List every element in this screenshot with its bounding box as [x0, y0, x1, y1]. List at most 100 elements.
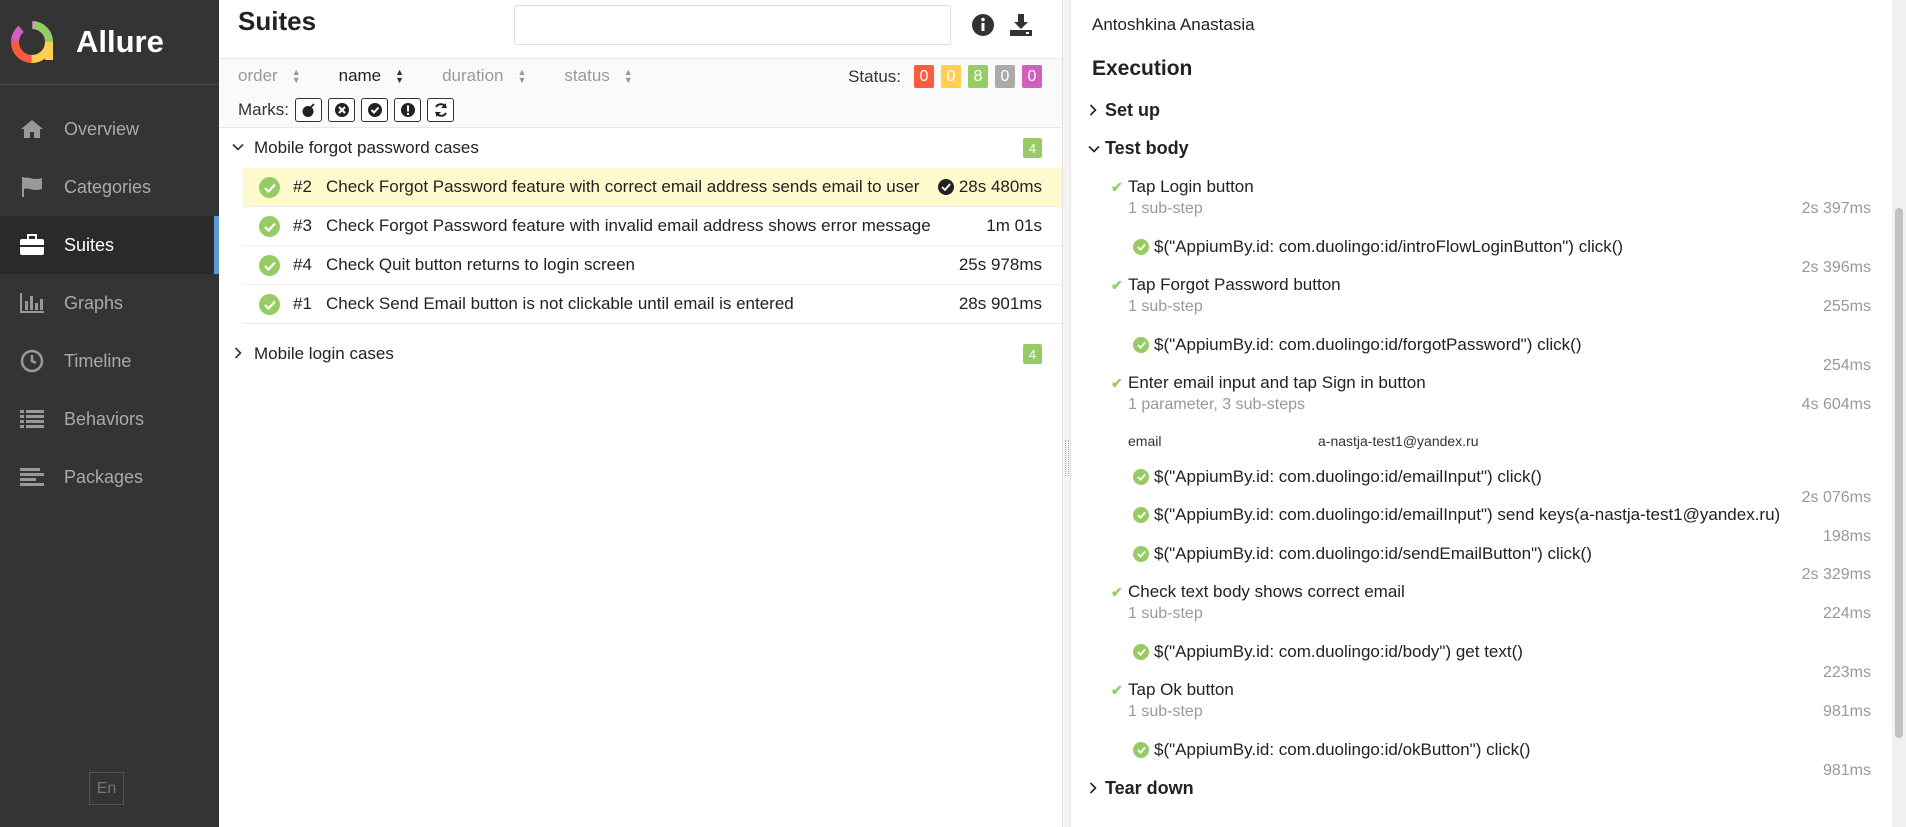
step-tap-ok[interactable]: ✔ Tap Ok button [1111, 680, 1234, 700]
sort-name[interactable]: name ▲ ▼ [339, 66, 404, 86]
substep-name: $("AppiumBy.id: com.duolingo:id/introFlo… [1154, 237, 1624, 256]
sidebar-item-graphs[interactable]: Graphs [0, 274, 219, 332]
substep-time: 223ms [1822, 664, 1871, 681]
check-icon: ✔ [1111, 583, 1123, 600]
test-number: #4 [293, 255, 312, 274]
stage-test-body[interactable]: Test body [1088, 138, 1189, 159]
suite-group-name: Mobile forgot password cases [254, 138, 479, 157]
step-meta: 1 sub-step [1128, 200, 1203, 217]
sort-status[interactable]: status ▲ ▼ [564, 66, 632, 86]
new-failed-mark-button[interactable] [328, 98, 355, 122]
suite-group-login[interactable]: Mobile login cases 4 [219, 334, 1062, 374]
substep-time: 981ms [1822, 762, 1871, 779]
step-meta: 1 sub-step [1128, 298, 1203, 315]
substep[interactable]: $("AppiumBy.id: com.duolingo:id/body") g… [1133, 642, 1523, 662]
list-icon [18, 407, 46, 431]
step-name: Enter email input and tap Sign in button [1128, 373, 1426, 392]
substep-name: $("AppiumBy.id: com.duolingo:id/emailInp… [1154, 505, 1781, 524]
chevron-right-icon [232, 346, 246, 362]
substep[interactable]: $("AppiumBy.id: com.duolingo:id/okButton… [1133, 740, 1530, 760]
refresh-icon [434, 103, 447, 117]
stage-setup[interactable]: Set up [1088, 100, 1160, 121]
language-button[interactable]: En [89, 772, 124, 805]
scrollbar-thumb[interactable] [1895, 208, 1903, 738]
check-circle-icon [937, 179, 954, 195]
sidebar-item-suites[interactable]: Suites [0, 216, 219, 274]
step-tap-login[interactable]: ✔ Tap Login button [1111, 177, 1254, 197]
flaky-mark-button[interactable] [295, 98, 322, 122]
sort-order[interactable]: order ▲ ▼ [238, 66, 301, 86]
substep[interactable]: $("AppiumBy.id: com.duolingo:id/emailInp… [1133, 505, 1780, 525]
passed-icon [1133, 239, 1149, 255]
table-row[interactable]: #2 Check Forgot Password feature with co… [243, 168, 1062, 207]
test-number: #2 [293, 177, 312, 196]
table-row[interactable]: #1 Check Send Email button is not clicka… [243, 285, 1062, 324]
sort-icon: ▲ ▼ [517, 67, 527, 85]
check-circle-icon [367, 103, 382, 117]
step-check-text-body[interactable]: ✔ Check text body shows correct email [1111, 582, 1405, 602]
sort-label: duration [442, 66, 504, 85]
sidebar-item-packages[interactable]: Packages [0, 448, 219, 506]
step-enter-email[interactable]: ✔ Enter email input and tap Sign in butt… [1111, 373, 1426, 393]
substep-name: $("AppiumBy.id: com.duolingo:id/okButton… [1154, 740, 1531, 759]
info-icon[interactable] [971, 13, 997, 39]
bomb-icon [302, 103, 315, 117]
test-name: Check Forgot Password feature with inval… [326, 216, 931, 235]
status-count-failed[interactable]: 0 [914, 65, 934, 88]
table-row[interactable]: #3 Check Forgot Password feature with in… [243, 207, 1062, 246]
substep-time: 2s 396ms [1801, 259, 1871, 276]
marks-bar: Marks: [219, 93, 1062, 128]
suite-group-forgot-password[interactable]: Mobile forgot password cases 4 [219, 128, 1062, 168]
execution-title: Execution [1092, 57, 1193, 80]
sidebar-item-label: Packages [64, 466, 144, 487]
times-circle-icon [334, 103, 349, 117]
passed-icon [1133, 644, 1149, 660]
sidebar-item-behaviors[interactable]: Behaviors [0, 390, 219, 448]
marks-label: Marks: [238, 100, 289, 119]
substep-name: $("AppiumBy.id: com.duolingo:id/emailInp… [1154, 467, 1542, 486]
align-left-icon [18, 465, 46, 489]
sort-bar: order ▲ ▼ name ▲ ▼ duration ▲ ▼ status ▲ ▼ Statu… [219, 59, 1062, 93]
status-count-passed[interactable]: 8 [968, 65, 988, 88]
pane-splitter[interactable] [1062, 0, 1071, 827]
brand[interactable]: Allure [0, 0, 219, 85]
step-tap-forgot-password[interactable]: ✔ Tap Forgot Password button [1111, 275, 1341, 295]
new-broken-mark-button[interactable] [394, 98, 421, 122]
step-meta: 1 sub-step [1128, 703, 1203, 720]
step-name: Tap Forgot Password button [1128, 275, 1341, 294]
test-name: Check Quit button returns to login scree… [326, 255, 635, 274]
sidebar-item-timeline[interactable]: Timeline [0, 332, 219, 390]
substep[interactable]: $("AppiumBy.id: com.duolingo:id/introFlo… [1133, 237, 1623, 257]
status-count-unknown[interactable]: 0 [1022, 65, 1042, 88]
scrollbar[interactable] [1892, 0, 1906, 827]
status-filter: Status: 0 0 8 0 0 [848, 65, 1042, 88]
substep[interactable]: $("AppiumBy.id: com.duolingo:id/emailInp… [1133, 467, 1542, 487]
clock-icon [18, 349, 46, 373]
stage-label: Tear down [1105, 778, 1194, 798]
sort-label: status [564, 66, 610, 85]
passed-icon [1133, 469, 1149, 485]
step-time: 224ms [1822, 605, 1871, 622]
substep[interactable]: $("AppiumBy.id: com.duolingo:id/forgotPa… [1133, 335, 1581, 355]
passed-icon [1133, 507, 1149, 523]
check-icon: ✔ [1111, 681, 1123, 698]
sidebar-item-categories[interactable]: Categories [0, 158, 219, 216]
status-count-skipped[interactable]: 0 [995, 65, 1015, 88]
search-input[interactable] [514, 5, 951, 45]
new-passed-mark-button[interactable] [361, 98, 388, 122]
status-count-broken[interactable]: 0 [941, 65, 961, 88]
stage-label: Test body [1105, 138, 1189, 158]
sort-icon: ▲ ▼ [395, 67, 405, 85]
chevron-right-icon [1088, 781, 1105, 797]
substep[interactable]: $("AppiumBy.id: com.duolingo:id/sendEmai… [1133, 544, 1592, 564]
substep-time: 254ms [1822, 357, 1871, 374]
download-icon[interactable] [1009, 13, 1035, 39]
sidebar-item-overview[interactable]: Overview [0, 100, 219, 158]
stage-teardown[interactable]: Tear down [1088, 778, 1194, 799]
substep-time: 2s 076ms [1801, 489, 1871, 506]
substep-time: 198ms [1822, 528, 1871, 545]
table-row[interactable]: #4 Check Quit button returns to login sc… [243, 246, 1062, 285]
retries-mark-button[interactable] [427, 98, 454, 122]
sort-duration[interactable]: duration ▲ ▼ [442, 66, 526, 86]
sidebar-item-label: Categories [64, 176, 152, 197]
